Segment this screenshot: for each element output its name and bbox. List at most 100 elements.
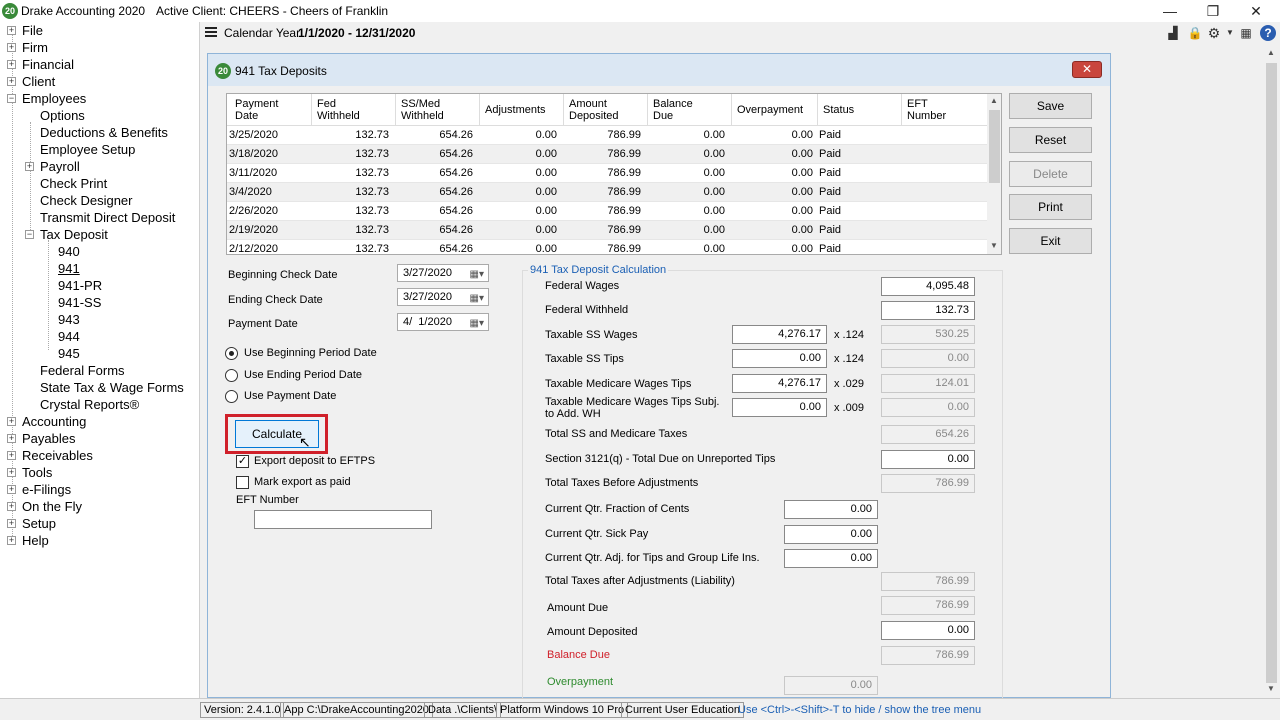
table-row[interactable]: 3/11/2020 132.73 654.26 0.00 786.99 0.00 0.00 P…: [227, 164, 987, 183]
tree-state-tax-wage-forms[interactable]: State Tax & Wage Forms: [40, 379, 184, 396]
tree-on-the-fly[interactable]: On the Fly: [22, 498, 82, 515]
reset-button[interactable]: Reset: [1009, 127, 1092, 153]
tree-firm[interactable]: Firm: [22, 39, 48, 56]
federal-withheld-input[interactable]: 132.73: [881, 301, 975, 320]
section-3121-input[interactable]: 0.00: [881, 450, 975, 469]
expand-icon[interactable]: +: [7, 43, 16, 52]
col-payment-date[interactable]: Payment Date: [235, 98, 278, 122]
expand-icon[interactable]: +: [7, 417, 16, 426]
payment-date-field[interactable]: 4/ 1/2020 ▦▾: [397, 313, 489, 331]
save-button[interactable]: Save: [1009, 93, 1092, 119]
export-eftps-label[interactable]: Export deposit to EFTPS: [254, 455, 375, 467]
tree-check-print[interactable]: Check Print: [40, 175, 107, 192]
table-row[interactable]: 3/25/2020 132.73 654.26 0.00 786.99 0.00 0.00 P…: [227, 126, 987, 145]
expand-icon[interactable]: +: [7, 451, 16, 460]
table-row[interactable]: 3/4/2020 132.73 654.26 0.00 786.99 0.00 0.00 Pa…: [227, 183, 987, 202]
expand-icon[interactable]: +: [7, 77, 16, 86]
collapse-icon[interactable]: −: [25, 230, 34, 239]
tree-receivables[interactable]: Receivables: [22, 447, 93, 464]
use-beginning-period-label[interactable]: Use Beginning Period Date: [244, 347, 377, 359]
expand-icon[interactable]: +: [7, 502, 16, 511]
federal-wages-input[interactable]: 4,095.48: [881, 277, 975, 296]
tree-file[interactable]: File: [22, 22, 43, 39]
printer-icon[interactable]: ▟: [1165, 25, 1181, 41]
tree-setup[interactable]: Setup: [22, 515, 56, 532]
taxable-medicare-input[interactable]: 4,276.17: [732, 374, 827, 393]
tree-transmit-direct-deposit[interactable]: Transmit Direct Deposit: [40, 209, 175, 226]
tree-payables[interactable]: Payables: [22, 430, 75, 447]
expand-icon[interactable]: +: [7, 468, 16, 477]
tips-life-input[interactable]: 0.00: [784, 549, 878, 568]
medicare-add-wh-input[interactable]: 0.00: [732, 398, 827, 417]
help-icon[interactable]: ?: [1260, 25, 1276, 41]
mark-export-paid-label[interactable]: Mark export as paid: [254, 476, 351, 488]
expand-icon[interactable]: +: [7, 519, 16, 528]
tree-944[interactable]: 944: [58, 328, 80, 345]
col-status[interactable]: Status: [823, 104, 854, 116]
tree-943[interactable]: 943: [58, 311, 80, 328]
tree-federal-forms[interactable]: Federal Forms: [40, 362, 125, 379]
use-ending-period-label[interactable]: Use Ending Period Date: [244, 369, 362, 381]
print-button[interactable]: Print: [1009, 194, 1092, 220]
tree-e-filings[interactable]: e-Filings: [22, 481, 71, 498]
eft-number-input[interactable]: [254, 510, 432, 529]
taxable-ss-tips-input[interactable]: 0.00: [732, 349, 827, 368]
col-adjustments[interactable]: Adjustments: [485, 104, 546, 116]
scroll-down-icon[interactable]: ▼: [1267, 684, 1275, 693]
col-balance-due[interactable]: Balance Due: [653, 98, 693, 122]
taxable-ss-wages-input[interactable]: 4,276.17: [732, 325, 827, 344]
use-payment-date-label[interactable]: Use Payment Date: [244, 390, 336, 402]
restore-icon[interactable]: ❐: [1198, 2, 1228, 20]
tree-help[interactable]: Help: [22, 532, 49, 549]
main-scrollbar[interactable]: ▲ ▼: [1263, 44, 1280, 698]
table-row[interactable]: 2/26/2020 132.73 654.26 0.00 786.99 0.00 0.00 P…: [227, 202, 987, 221]
tree-tools[interactable]: Tools: [22, 464, 52, 481]
use-beginning-period-radio[interactable]: [225, 347, 238, 360]
table-row[interactable]: 2/19/2020 132.73 654.26 0.00 786.99 0.00 0.00 P…: [227, 221, 987, 240]
tree-940[interactable]: 940: [58, 243, 80, 260]
tree-accounting[interactable]: Accounting: [22, 413, 86, 430]
tree-deductions-benefits[interactable]: Deductions & Benefits: [40, 124, 168, 141]
lock-icon[interactable]: 🔒: [1187, 25, 1203, 41]
tree-tax-deposit[interactable]: Tax Deposit: [40, 226, 108, 243]
tree-941-ss[interactable]: 941-SS: [58, 294, 101, 311]
dialog-close-button[interactable]: ✕: [1072, 61, 1102, 78]
expand-icon[interactable]: +: [7, 26, 16, 35]
tree-financial[interactable]: Financial: [22, 56, 74, 73]
expand-icon[interactable]: +: [7, 434, 16, 443]
expand-icon[interactable]: +: [7, 485, 16, 494]
sick-pay-input[interactable]: 0.00: [784, 525, 878, 544]
col-eft-number[interactable]: EFT Number: [907, 98, 946, 122]
table-row[interactable]: 2/12/2020 132.73 654.26 0.00 786.99 0.00 0.00 P…: [227, 240, 987, 254]
exit-button[interactable]: Exit: [1009, 228, 1092, 254]
mark-export-paid-checkbox[interactable]: [236, 476, 249, 489]
chevron-down-icon[interactable]: ▼: [1222, 25, 1238, 41]
use-payment-date-radio[interactable]: [225, 390, 238, 403]
col-amount-deposited[interactable]: Amount Deposited: [569, 98, 619, 122]
collapse-icon[interactable]: −: [7, 94, 16, 103]
minimize-icon[interactable]: —: [1155, 2, 1185, 20]
tree-941[interactable]: 941: [58, 260, 80, 277]
tree-options[interactable]: Options: [40, 107, 85, 124]
grid-scrollbar[interactable]: ▲ ▼: [987, 94, 1001, 254]
tree-client[interactable]: Client: [22, 73, 55, 90]
expand-icon[interactable]: +: [7, 60, 16, 69]
fraction-cents-input[interactable]: 0.00: [784, 500, 878, 519]
calculator-icon[interactable]: ▦: [1238, 25, 1254, 41]
scroll-up-icon[interactable]: ▲: [1267, 48, 1275, 57]
use-ending-period-radio[interactable]: [225, 369, 238, 382]
scroll-up-icon[interactable]: ▲: [990, 96, 998, 105]
calendar-dropdown-icon[interactable]: ▦▾: [470, 291, 484, 307]
amount-deposited-input[interactable]: 0.00: [881, 621, 975, 640]
expand-icon[interactable]: +: [25, 162, 34, 171]
export-eftps-checkbox[interactable]: ✓: [236, 455, 249, 468]
ending-check-date-field[interactable]: 3/27/2020 ▦▾: [397, 288, 489, 306]
tree-employees[interactable]: Employees: [22, 90, 86, 107]
close-icon[interactable]: ✕: [1241, 2, 1271, 20]
beginning-check-date-field[interactable]: 3/27/2020 ▦▾: [397, 264, 489, 282]
col-ssmed-withheld[interactable]: SS/Med Withheld: [401, 98, 444, 122]
col-fed-withheld[interactable]: Fed Withheld: [317, 98, 360, 122]
tree-941-pr[interactable]: 941-PR: [58, 277, 102, 294]
tree-crystal-reports[interactable]: Crystal Reports®: [40, 396, 139, 413]
expand-icon[interactable]: +: [7, 536, 16, 545]
